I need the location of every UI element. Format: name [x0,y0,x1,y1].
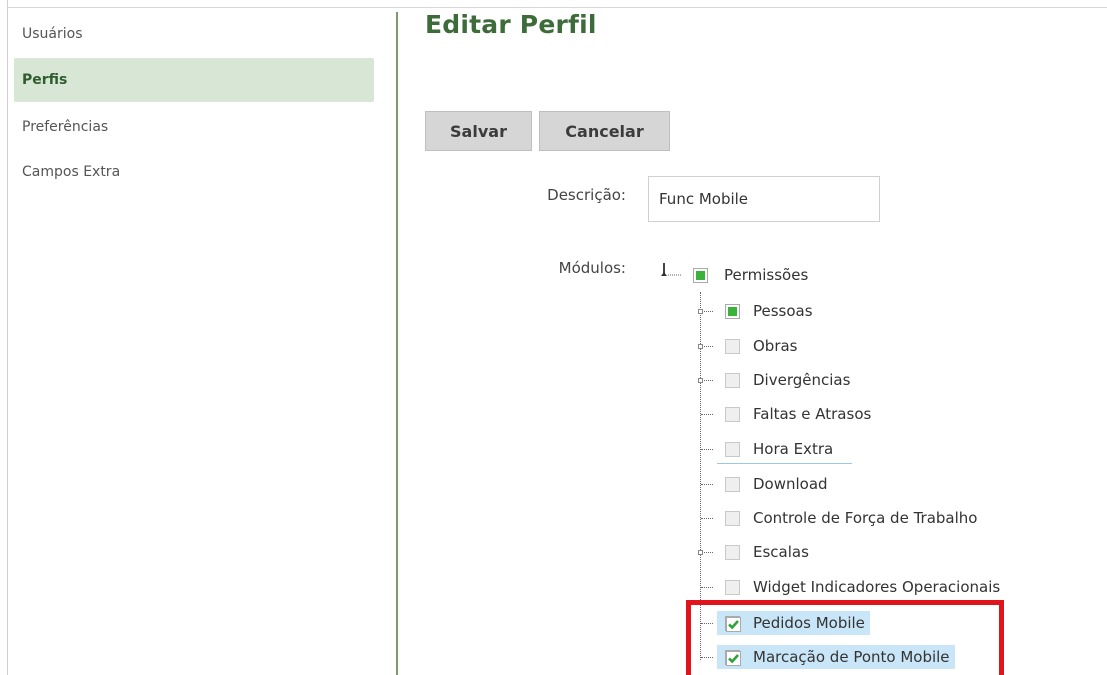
tree-branch-line [701,484,713,485]
sidebar: Usuários Perfis Preferências Campos Extr… [8,8,396,675]
tree-expand-icon[interactable] [698,344,703,349]
tree-branch-line [701,414,713,415]
tree-branch-line [701,449,713,450]
description-input[interactable] [648,176,880,222]
tree-node-checkbox[interactable] [725,441,740,457]
tree-node-checkbox[interactable] [725,372,740,388]
tree-node-label: Permissões [724,266,809,284]
tree-branch-line [701,518,713,519]
modules-label: Módulos: [558,259,626,277]
description-label: Descrição: [547,186,626,204]
tree-node-label: Widget Indicadores Operacionais [753,578,1001,596]
tree-node-checkbox[interactable] [693,267,708,283]
tree-node[interactable]: Controle de Força de Trabalho [725,503,977,533]
tree-node-root[interactable]: Permissões [693,260,808,290]
sidebar-divider [396,12,398,675]
highlight-box [686,600,1004,675]
tree-node[interactable]: Hora Extra [725,434,833,464]
tree-node-label: Faltas e Atrasos [753,405,872,423]
hover-underline [717,463,852,464]
sidebar-item-label: Preferências [22,119,109,135]
tree-node-label: Download [753,475,828,493]
tree-node[interactable]: Escalas [725,537,809,567]
tree-expand-icon[interactable] [698,378,703,383]
cancel-button[interactable]: Cancelar [539,111,670,151]
tree-node-checkbox[interactable] [725,338,740,354]
tree-node-label: Pessoas [753,302,813,320]
tree-node-label: Controle de Força de Trabalho [753,509,978,527]
sidebar-item-usuarios[interactable]: Usuários [14,12,374,56]
sidebar-item-campos-extra[interactable]: Campos Extra [14,150,374,194]
sidebar-item-label: Usuários [22,26,83,42]
tree-node[interactable]: Pessoas [725,296,813,326]
tree-node-checkbox[interactable] [725,303,740,319]
tree-node[interactable]: Download [725,469,828,499]
tree-node-label: Obras [753,337,798,355]
tree-node[interactable]: Widget Indicadores Operacionais [725,572,1000,602]
save-button[interactable]: Salvar [425,111,532,151]
tree-node-checkbox[interactable] [725,476,740,492]
tree-node-checkbox[interactable] [725,544,740,560]
sidebar-item-preferencias[interactable]: Preferências [14,105,374,149]
tree-node-checkbox[interactable] [725,406,740,422]
tree-branch-line [701,587,713,588]
tree-node[interactable]: Faltas e Atrasos [725,399,871,429]
tree-node-label: Hora Extra [753,440,834,458]
tree-node-checkbox[interactable] [725,510,740,526]
sidebar-item-perfis[interactable]: Perfis [14,58,374,102]
page-title: Editar Perfil [425,10,597,39]
tree-node[interactable]: Divergências [725,365,850,395]
tree-expand-icon[interactable] [698,309,703,314]
sidebar-item-label: Perfis [22,72,68,88]
sidebar-item-label: Campos Extra [22,164,121,180]
tree-node[interactable]: Obras [725,331,798,361]
tree-expand-icon[interactable] [698,550,703,555]
tree-root-connector-icon [660,262,690,278]
tree-node-checkbox[interactable] [725,579,740,595]
tree-node-label: Escalas [753,543,809,561]
tree-node-label: Divergências [753,371,851,389]
